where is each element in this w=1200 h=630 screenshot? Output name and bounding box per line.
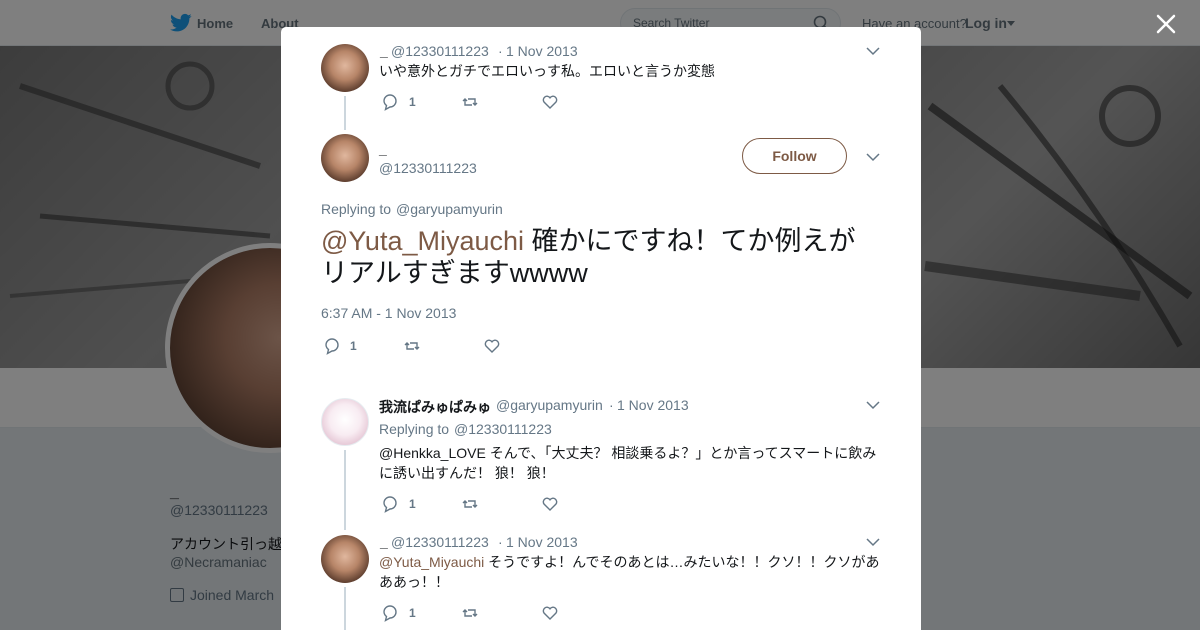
avatar[interactable] — [321, 44, 369, 92]
retweet-icon[interactable] — [403, 337, 421, 355]
heart-icon[interactable] — [483, 337, 501, 355]
follow-button[interactable]: Follow — [742, 138, 847, 174]
tweet1-handle[interactable]: @12330111223 — [391, 43, 489, 59]
mention-link[interactable]: @Yuta_Miyauchi — [379, 554, 484, 570]
replying-to-link[interactable]: @12330111223 — [454, 421, 552, 437]
retweet-icon[interactable] — [461, 604, 479, 622]
chevron-down-icon[interactable] — [866, 152, 880, 162]
heart-icon[interactable] — [541, 604, 559, 622]
chevron-down-icon[interactable] — [866, 400, 880, 410]
thread-line — [344, 587, 346, 630]
reply-icon[interactable] — [323, 337, 341, 355]
thread-line — [344, 450, 346, 530]
heart-icon[interactable] — [541, 93, 559, 111]
separator-dot: · — [609, 397, 614, 413]
retweet-icon[interactable] — [461, 495, 479, 513]
separator-dot: · — [498, 534, 503, 550]
reply-count: 1 — [409, 606, 416, 620]
tweet1-name[interactable]: _ — [380, 43, 388, 59]
focused-handle[interactable]: @12330111223 — [379, 160, 477, 176]
thread-line — [344, 96, 346, 130]
heart-icon[interactable] — [541, 495, 559, 513]
reply2-text: @Yuta_Miyauchi そうですよ！んでそのあとは…みたいな！！クソ！！ク… — [379, 552, 889, 592]
close-icon[interactable] — [1154, 12, 1178, 36]
reply2-handle[interactable]: @12330111223 — [391, 534, 489, 550]
focused-timestamp[interactable]: 6:37 AM - 1 Nov 2013 — [321, 305, 456, 321]
reply1-handle[interactable]: @garyupamyurin — [496, 397, 603, 413]
focused-name[interactable]: _ — [379, 141, 387, 157]
reply-count: 1 — [409, 497, 416, 511]
chevron-down-icon[interactable] — [866, 537, 880, 547]
mention-link[interactable]: @Yuta_Miyauchi — [321, 226, 524, 256]
reply-count: 1 — [350, 339, 357, 353]
tweet1-text: いや意外とガチでエロいっす私。エロいと言うか変態 — [379, 63, 715, 79]
reply1-name[interactable]: 我流ぱみゅぱみゅ — [379, 397, 491, 417]
focused-tweet-text: @Yuta_Miyauchi 確かにですね！てか例えがリアルすぎますwwww — [321, 225, 881, 289]
retweet-icon[interactable] — [461, 93, 479, 111]
tweet1-time[interactable]: 1 Nov 2013 — [506, 43, 578, 59]
replying-to-link[interactable]: @garyupamyurin — [396, 201, 503, 217]
replying-label: Replying to — [321, 201, 392, 217]
avatar[interactable] — [321, 535, 369, 583]
reply-icon[interactable] — [381, 604, 399, 622]
avatar[interactable] — [321, 134, 369, 182]
chevron-down-icon[interactable] — [866, 46, 880, 56]
reply2-name[interactable]: _ — [380, 534, 388, 550]
separator-dot: · — [498, 43, 503, 59]
avatar[interactable] — [321, 398, 369, 446]
reply-count: 1 — [409, 95, 416, 109]
reply-icon[interactable] — [381, 93, 399, 111]
tweet-modal: _ @12330111223 · 1 Nov 2013 いや意外とガチでエロいっ… — [281, 27, 921, 630]
reply1-time[interactable]: 1 Nov 2013 — [617, 397, 689, 413]
reply-icon[interactable] — [381, 495, 399, 513]
reply1-text: @Henkka_LOVE そんで、「大丈夫？ 相談乗るよ？」とか言ってスマートに… — [379, 445, 877, 481]
reply2-time[interactable]: 1 Nov 2013 — [506, 534, 578, 550]
replying-label: Replying to — [379, 421, 450, 437]
